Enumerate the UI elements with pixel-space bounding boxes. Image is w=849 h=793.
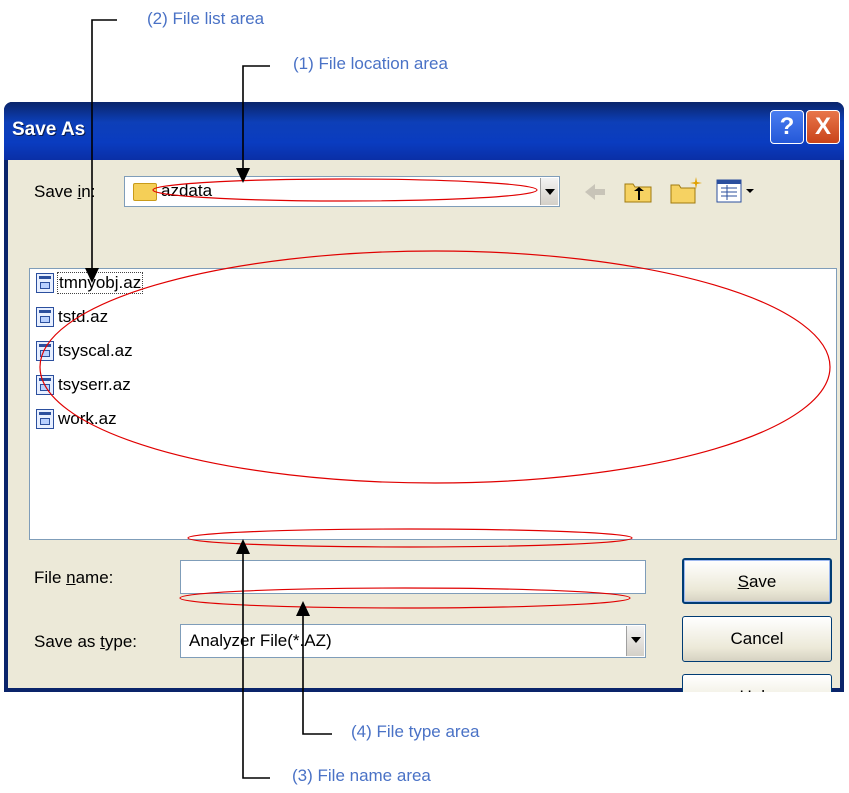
callout-file-name-area: (3) File name area	[292, 766, 431, 785]
file-location-leader-arrow	[236, 65, 270, 183]
file-type-leader-arrow	[296, 601, 332, 735]
location-area-ellipse	[152, 178, 538, 202]
file-name-area-ellipse	[187, 528, 633, 548]
file-list-leader-arrow	[85, 19, 117, 283]
file-type-area-ellipse	[179, 587, 631, 609]
callout-file-type-area: (4) File type area	[351, 722, 480, 741]
file-list-area-ellipse	[39, 250, 831, 484]
file-name-leader-arrow	[236, 539, 270, 779]
annotation-overlay	[39, 19, 831, 779]
